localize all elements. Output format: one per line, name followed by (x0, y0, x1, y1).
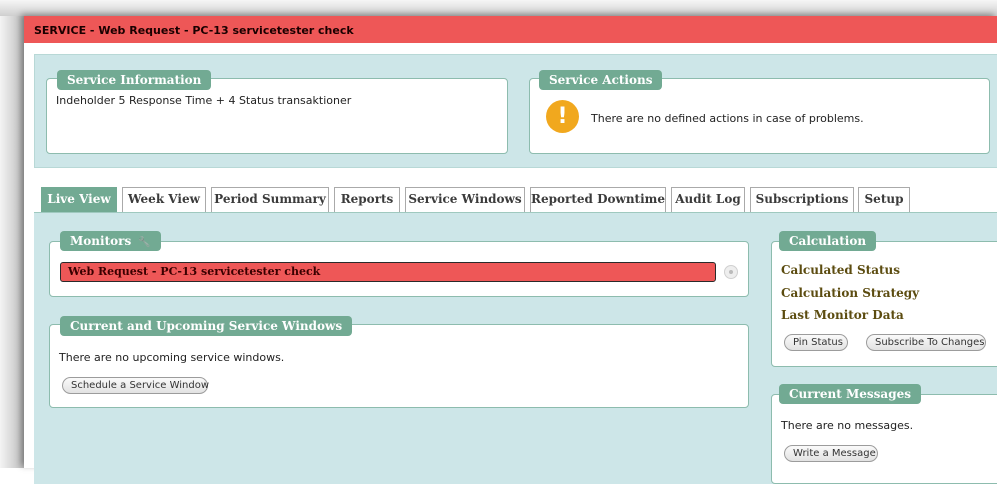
service-actions-text: There are no defined actions in case of … (591, 112, 864, 125)
tab-week-view[interactable]: Week View (122, 187, 206, 212)
service-window: SERVICE - Web Request - PC-13 servicetes… (24, 16, 997, 484)
dot-center-icon (729, 270, 733, 274)
subscribe-to-changes-button[interactable]: Subscribe To Changes (866, 334, 986, 351)
pin-status-button[interactable]: Pin Status (784, 334, 848, 351)
monitor-label: Web Request - PC-13 servicetester check (68, 265, 321, 278)
schedule-service-window-button[interactable]: Schedule a Service Window (62, 377, 209, 394)
desktop-shadow-left (0, 0, 24, 468)
current-messages-legend: Current Messages (779, 384, 921, 404)
calculation-panel: Calculated Status Calculation Strategy L… (771, 241, 997, 367)
service-windows-legend: Current and Upcoming Service Windows (60, 316, 353, 336)
monitor-status-dot-icon[interactable] (724, 265, 738, 279)
tab-live-view[interactable]: Live View (41, 187, 117, 213)
service-information-legend: Service Information (57, 70, 212, 90)
service-windows-empty-text: There are no upcoming service windows. (59, 351, 285, 364)
tab-reports[interactable]: Reports (334, 187, 400, 212)
current-messages-panel: There are no messages. Write a Message (771, 394, 997, 484)
service-windows-panel: There are no upcoming service windows. S… (49, 324, 749, 408)
write-message-button[interactable]: Write a Message (784, 445, 878, 462)
tab-period-summary[interactable]: Period Summary (211, 187, 329, 212)
window-title: SERVICE - Web Request - PC-13 servicetes… (24, 16, 997, 43)
monitors-legend: Monitors 🔧 (60, 231, 161, 251)
service-actions-legend: Service Actions (539, 70, 663, 90)
service-information-text: Indeholder 5 Response Time + 4 Status tr… (56, 94, 352, 107)
warning-icon: ! (546, 100, 579, 133)
messages-empty-text: There are no messages. (781, 419, 914, 432)
calculation-legend: Calculation (779, 231, 877, 251)
monitor-row[interactable]: Web Request - PC-13 servicetester check (60, 262, 716, 282)
tab-service-windows[interactable]: Service Windows (405, 187, 525, 212)
wrench-icon[interactable]: 🔧 (138, 237, 150, 248)
calculation-strategy-label: Calculation Strategy (781, 286, 920, 300)
tab-subscriptions[interactable]: Subscriptions (750, 187, 854, 212)
calculated-status-label: Calculated Status (781, 263, 901, 277)
tab-audit-log[interactable]: Audit Log (671, 187, 745, 212)
last-monitor-data-label: Last Monitor Data (781, 308, 904, 322)
tab-reported-downtime[interactable]: Reported Downtime (530, 187, 666, 212)
desktop-shadow-top (0, 0, 997, 16)
tab-setup[interactable]: Setup (858, 187, 910, 212)
monitors-legend-label: Monitors (70, 234, 132, 248)
